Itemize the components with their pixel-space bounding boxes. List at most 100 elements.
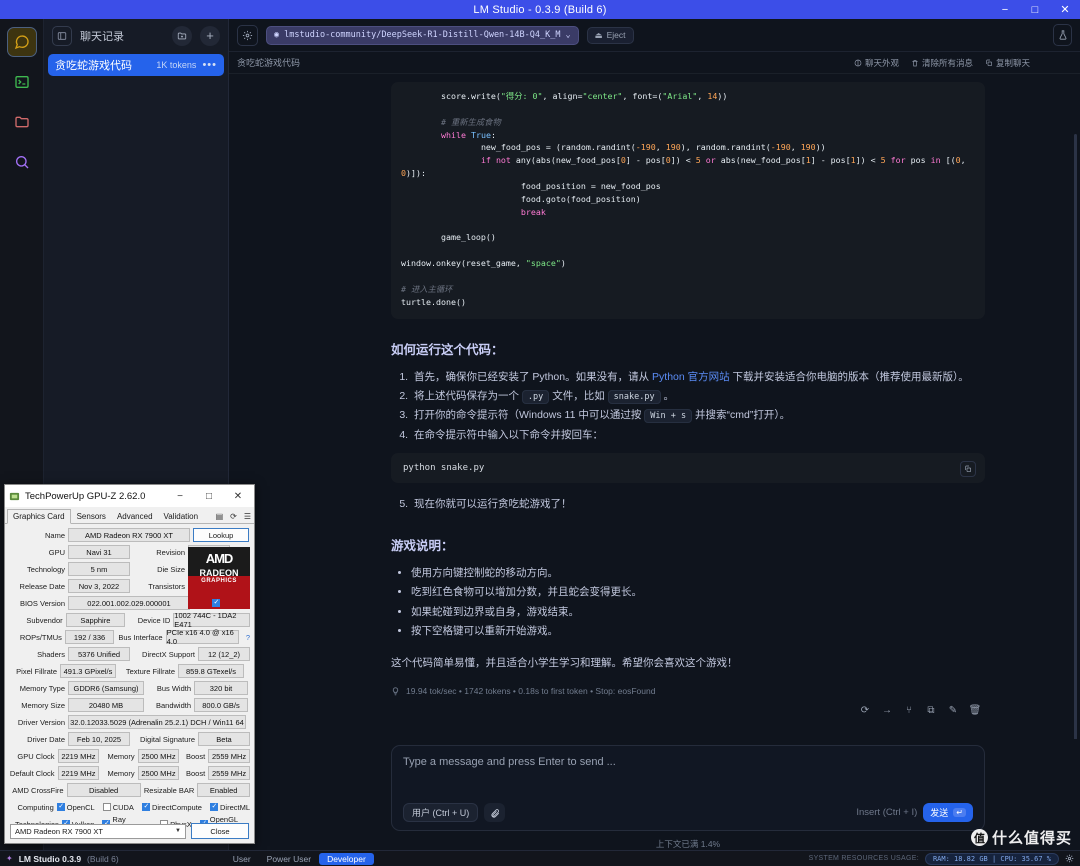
field-label: Boost: [185, 768, 206, 778]
gpuz-row-name: Name AMD Radeon RX 7900 XT Lookup: [9, 527, 250, 543]
chat-item-menu-icon[interactable]: •••: [202, 59, 217, 71]
flask-icon[interactable]: [1053, 24, 1072, 46]
generation-stats-text: 19.94 tok/sec • 1742 tokens • 0.18s to f…: [406, 686, 656, 697]
gpuz-row-driver-version: Driver Version 32.0.12033.5029 (Adrenali…: [9, 714, 250, 730]
mode-developer[interactable]: Developer: [319, 852, 374, 865]
camera-icon[interactable]: ▤: [216, 512, 224, 521]
role-selector-chip[interactable]: 用户 (Ctrl + U): [403, 803, 479, 822]
chat-appearance-button[interactable]: 聊天外观: [854, 57, 899, 69]
mode-switcher: User Power User Developer: [225, 852, 374, 865]
help-icon[interactable]: ?: [242, 633, 250, 642]
field-value: 20480 MB: [68, 698, 144, 712]
field-value: Feb 10, 2025: [68, 732, 130, 746]
field-label: Bus Interface: [118, 632, 163, 642]
computing-opencl[interactable]: OpenCL: [56, 802, 95, 812]
model-selector[interactable]: ◉ lmstudio-community/DeepSeek-R1-Distill…: [266, 25, 579, 45]
computing-directcompute[interactable]: DirectCompute: [141, 802, 202, 812]
device-select[interactable]: AMD Radeon RX 7900 XT ▼: [10, 823, 186, 839]
gpuz-close-action-button[interactable]: Close: [191, 823, 249, 839]
gpuz-row-rops: ROPs/TMUs 192 / 336 Bus Interface PCIe x…: [9, 628, 250, 646]
field-label: Transistors: [148, 581, 185, 591]
closing-paragraph: 这个代码简单易懂，并且适合小学生学习和理解。希望你会喜欢这个游戏！: [391, 657, 738, 670]
delete-icon[interactable]: 🗑: [965, 702, 985, 719]
rail-item-discover[interactable]: [7, 147, 37, 177]
run-steps-list-cont: 现在你就可以运行贪吃蛇游戏了！: [411, 495, 985, 514]
field-value: 5 nm: [68, 562, 130, 576]
gpuz-title-bar: TechPowerUp GPU-Z 2.62.0 − □ ✕: [5, 485, 254, 507]
composer-toolbar: 用户 (Ctrl + U) Insert (Ctrl + I) 发送 ↵: [403, 803, 973, 822]
lmstudio-logo-icon: ✦: [6, 854, 13, 863]
rail-item-chat[interactable]: [6, 27, 37, 57]
code-line: while True:: [440, 129, 496, 140]
conversation-scroll[interactable]: score.write("得分: 0", align="center", fon…: [229, 74, 1080, 739]
status-app-name: LM Studio 0.3.9: [18, 853, 82, 864]
python-website-link[interactable]: Python 官方网站: [652, 371, 730, 383]
maximize-button[interactable]: □: [1020, 0, 1050, 19]
list-item: 使用方向键控制蛇的移动方向。: [411, 564, 985, 583]
send-button[interactable]: 发送 ↵: [923, 803, 973, 822]
field-value: Nov 3, 2022: [68, 579, 130, 593]
rail-item-developer[interactable]: [7, 67, 37, 97]
gpuz-row-default-clock: Default Clock 2219 MHz Memory 2500 MHz B…: [9, 765, 250, 781]
conversation-scrollbar[interactable]: [1074, 134, 1077, 739]
mode-user[interactable]: User: [225, 853, 259, 865]
chat-list-title: 聊天记录: [80, 30, 124, 43]
tab-validation[interactable]: Validation: [159, 510, 204, 523]
my-models-icon: [14, 114, 30, 130]
inline-code: .py: [521, 390, 550, 405]
computing-cuda[interactable]: CUDA: [102, 803, 134, 812]
field-label: Driver Version: [17, 717, 65, 727]
computing-directml[interactable]: DirectML: [209, 802, 250, 812]
code-line: food_position = new_food_pos: [520, 181, 661, 192]
paperclip-icon[interactable]: [484, 803, 506, 822]
uefi-checkbox-box: [212, 598, 220, 607]
code-line: turtle.done(): [401, 296, 466, 307]
current-chat-name: 贪吃蛇游戏代码: [237, 58, 301, 68]
lookup-button[interactable]: Lookup: [193, 528, 249, 542]
mode-power-user[interactable]: Power User: [259, 853, 319, 865]
chat-list-item[interactable]: 贪吃蛇游戏代码 1K tokens •••: [48, 54, 224, 76]
composer-wrapper: Type a message and press Enter to send .…: [229, 739, 1080, 850]
copy-icon[interactable]: [960, 461, 976, 478]
tab-sensors[interactable]: Sensors: [72, 510, 111, 523]
tab-advanced[interactable]: Advanced: [112, 510, 158, 523]
list-item: 在命令提示符中输入以下命令并按回车：: [411, 426, 985, 445]
gpuz-maximize-button[interactable]: □: [197, 485, 221, 507]
copy-icon[interactable]: ⧉: [921, 702, 941, 719]
gpuz-minimize-button[interactable]: −: [168, 485, 192, 507]
status-build: (Build 6): [87, 853, 119, 864]
composer-right-actions: Insert (Ctrl + I) 发送 ↵: [856, 803, 973, 822]
gpuz-row-memory-size: Memory Size 20480 MB Bandwidth 800.0 GB/…: [9, 697, 250, 713]
tab-graphics-card[interactable]: Graphics Card: [7, 509, 71, 524]
code-line: # 进入主循环: [401, 283, 453, 294]
chat-actions: 聊天外观 清除所有消息 复制聊天: [854, 57, 1030, 69]
close-button[interactable]: ✕: [1050, 0, 1080, 19]
resources-readout[interactable]: RAM: 18.82 GB | CPU: 35.67 %: [924, 852, 1059, 865]
new-folder-button[interactable]: [172, 25, 192, 46]
gear-icon[interactable]: [1065, 854, 1074, 863]
eject-button[interactable]: ⏏ Eject: [586, 26, 634, 44]
continue-icon[interactable]: →: [877, 702, 897, 719]
insert-button[interactable]: Insert (Ctrl + I): [856, 807, 917, 818]
gpuz-close-button[interactable]: ✕: [226, 485, 250, 507]
field-label: Technology: [27, 564, 65, 574]
regenerate-icon[interactable]: ⟳: [855, 702, 875, 719]
code-block: score.write("得分: 0", align="center", fon…: [391, 82, 985, 319]
refresh-icon[interactable]: ⟳: [230, 512, 237, 521]
message-composer[interactable]: Type a message and press Enter to send .…: [391, 745, 985, 831]
toggle-sidebar-button[interactable]: [52, 25, 72, 46]
checkbox-box: [141, 802, 150, 811]
edit-icon[interactable]: ✎: [943, 702, 963, 719]
copy-chat-button[interactable]: 复制聊天: [985, 57, 1030, 69]
gpuz-window[interactable]: TechPowerUp GPU-Z 2.62.0 − □ ✕ Graphics …: [4, 484, 255, 844]
branch-icon[interactable]: ⑂: [899, 702, 919, 719]
gear-icon[interactable]: [237, 24, 258, 46]
chevron-down-icon: ▼: [175, 828, 181, 834]
rail-item-my-models[interactable]: [7, 107, 37, 137]
message-input[interactable]: Type a message and press Enter to send .…: [403, 756, 973, 768]
minimize-button[interactable]: −: [990, 0, 1020, 19]
menu-icon[interactable]: ☰: [244, 512, 251, 521]
clear-messages-button[interactable]: 清除所有消息: [911, 57, 973, 69]
new-chat-button[interactable]: +: [200, 25, 220, 46]
chat-list-header: 聊天记录 +: [44, 19, 228, 52]
